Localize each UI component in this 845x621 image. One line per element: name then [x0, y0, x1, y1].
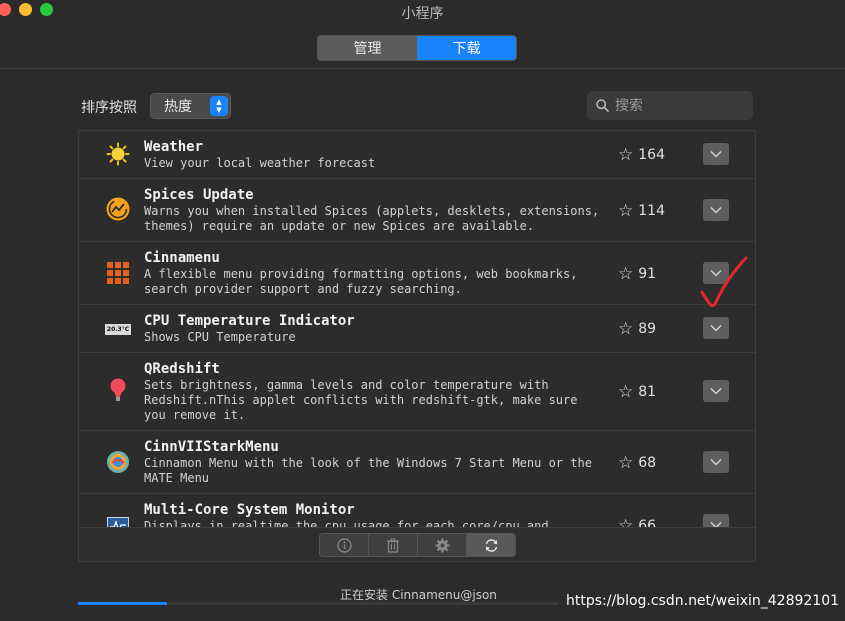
bulb-icon	[105, 377, 131, 403]
applet-description: A flexible menu providing formatting opt…	[144, 267, 578, 296]
install-progress-fill	[78, 602, 167, 605]
applet-rating: ☆ 164	[618, 145, 665, 165]
info-icon	[336, 537, 352, 553]
applet-name: CinnVIIStarkMenu	[144, 439, 279, 455]
applet-rating: ☆ 81	[618, 382, 656, 402]
star-icon: ☆	[618, 453, 634, 473]
list-item[interactable]: CinnVIIStarkMenu Cinnamon Menu with the …	[79, 431, 755, 494]
close-window-button[interactable]	[0, 3, 11, 16]
applet-rating: ☆ 66	[618, 516, 657, 528]
tab-manage[interactable]: 管理	[318, 36, 417, 60]
list-item[interactable]: Multi-Core System Monitor Displays in re…	[79, 494, 755, 528]
star-count: 91	[638, 266, 657, 282]
applet-name: Spices Update	[144, 187, 254, 203]
temperature-display-icon: 20.3°C	[105, 316, 131, 342]
list-item[interactable]: 20.3°C CPU Temperature Indicator Shows C…	[79, 305, 755, 353]
sort-selected-value: 热度	[164, 99, 192, 115]
monitor-icon	[105, 514, 131, 527]
applet-name: Cinnamenu	[144, 250, 220, 266]
applet-name: Weather	[144, 139, 204, 155]
applet-rating: ☆ 68	[618, 453, 656, 473]
install-button[interactable]	[703, 143, 729, 165]
star-icon: ☆	[618, 145, 634, 165]
star-count: 81	[638, 384, 657, 400]
gear-icon	[435, 538, 449, 552]
applet-rating: ☆ 114	[618, 201, 665, 221]
applet-description: Displays in realtime the cpu usage for e…	[144, 519, 549, 528]
chevron-down-icon	[710, 150, 722, 158]
maximize-window-button[interactable]	[40, 3, 53, 16]
star-icon: ☆	[618, 319, 634, 339]
list-item[interactable]: Cinnamenu A flexible menu providing form…	[79, 242, 755, 305]
applet-description: Shows CPU Temperature	[144, 330, 296, 344]
chevron-down-icon	[710, 206, 722, 214]
sort-label: 排序按照	[81, 100, 137, 116]
applet-list[interactable]: Weather View your local weather forecast…	[78, 130, 756, 528]
list-item[interactable]: Spices Update Warns you when installed S…	[79, 179, 755, 242]
install-button[interactable]	[703, 514, 729, 527]
star-count: 164	[638, 147, 665, 163]
install-button[interactable]	[703, 199, 729, 221]
spices-update-icon	[105, 196, 131, 222]
star-icon: ☆	[618, 516, 634, 528]
applet-description: View your local weather forecast	[144, 156, 376, 170]
applet-rating: ☆ 89	[618, 319, 656, 339]
star-count: 68	[638, 455, 657, 471]
applet-rating: ☆ 91	[618, 264, 656, 284]
install-button[interactable]	[703, 451, 729, 473]
applet-name: QRedshift	[144, 361, 220, 377]
temperature-display-text: 20.3°C	[105, 323, 131, 335]
orb-icon	[105, 449, 131, 475]
applet-name: Multi-Core System Monitor	[144, 502, 355, 518]
star-icon: ☆	[618, 201, 634, 221]
red-checkmark-annotation	[700, 256, 748, 308]
sun-icon	[105, 141, 131, 167]
chevron-down-icon	[710, 521, 722, 527]
applet-description: Cinnamon Menu with the look of the Windo…	[144, 456, 592, 485]
grid-menu-icon	[105, 260, 131, 286]
window-title: 小程序	[401, 6, 444, 22]
star-count: 114	[638, 203, 665, 219]
header-divider	[0, 68, 845, 69]
star-icon: ☆	[618, 382, 634, 402]
info-button[interactable]	[320, 534, 369, 556]
list-item[interactable]: QRedshift Sets brightness, gamma levels …	[79, 353, 755, 431]
chevron-down-icon	[710, 387, 722, 395]
sort-select[interactable]: 热度 ▲ ▼	[150, 93, 231, 119]
install-button[interactable]	[703, 380, 729, 402]
install-status-text: 正在安装 Cinnamenu@json	[340, 588, 497, 602]
refresh-button[interactable]	[467, 534, 515, 556]
applet-name: CPU Temperature Indicator	[144, 313, 355, 329]
star-count: 66	[638, 518, 657, 528]
applet-description: Sets brightness, gamma levels and color …	[144, 378, 578, 422]
install-progress-bar	[78, 602, 558, 605]
star-count: 89	[638, 321, 657, 337]
list-toolbar	[78, 528, 756, 562]
watermark-text: https://blog.csdn.net/weixin_42892101	[566, 593, 840, 609]
list-item[interactable]: Weather View your local weather forecast…	[79, 131, 755, 179]
tab-download[interactable]: 下载	[417, 36, 516, 60]
chevron-updown-icon: ▲ ▼	[210, 96, 228, 116]
refresh-icon	[485, 538, 497, 552]
view-switcher: 管理 下载	[317, 35, 517, 61]
window-controls	[0, 3, 53, 16]
search-box	[587, 91, 753, 120]
remove-button[interactable]	[369, 534, 418, 556]
star-icon: ☆	[618, 264, 634, 284]
settings-button[interactable]	[418, 534, 467, 556]
install-button[interactable]	[703, 317, 729, 339]
title-bar: 小程序	[0, 0, 845, 28]
toolbar-button-group	[319, 533, 516, 557]
applet-description: Warns you when installed Spices (applets…	[144, 204, 600, 233]
minimize-window-button[interactable]	[19, 3, 32, 16]
chevron-down-icon	[710, 458, 722, 466]
chevron-down-icon	[710, 324, 722, 332]
search-input[interactable]	[615, 97, 745, 114]
search-icon	[596, 99, 609, 112]
trash-icon	[387, 538, 399, 553]
